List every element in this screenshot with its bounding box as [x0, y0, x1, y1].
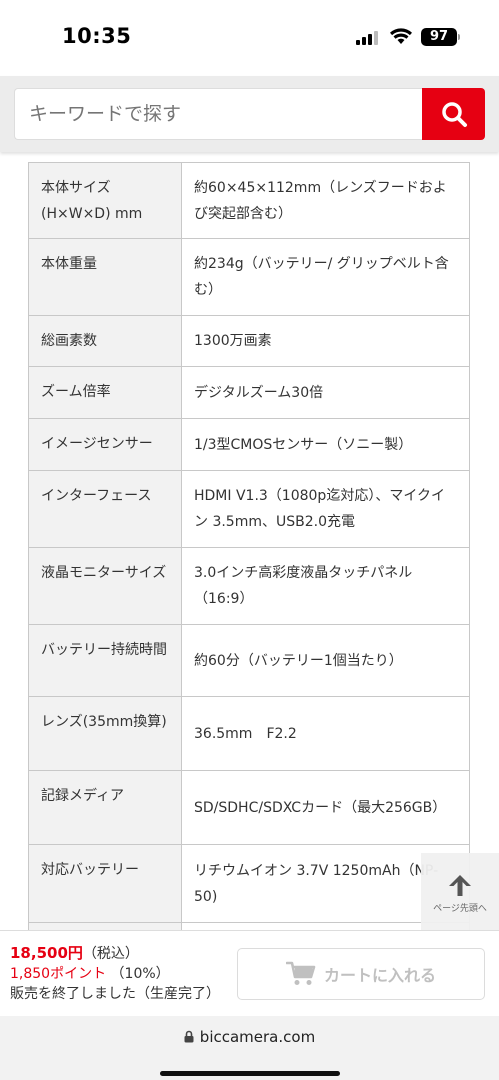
spec-label: 本体サイズ(H×W×D) mm: [28, 162, 182, 239]
sale-status: 販売を終了しました（生産完了）: [10, 986, 220, 1002]
url-text: biccamera.com: [199, 1028, 316, 1046]
arrow-up-icon: [449, 875, 471, 896]
spec-value: 約60分（バッテリー1個当たり）: [181, 624, 470, 697]
battery-cap: [458, 34, 460, 40]
spec-value: 約60×45×112mm（レンズフードおよび突起部含む）: [181, 162, 470, 239]
purchase-bar: 18,500円（税込） 1,850ポイント （10%） 販売を終了しました（生産…: [0, 930, 499, 1016]
spec-label: ズーム倍率: [28, 366, 182, 419]
points: 1,850ポイント: [10, 966, 107, 982]
points-rate: （10%）: [110, 966, 170, 982]
points-line: 1,850ポイント （10%）: [10, 963, 170, 983]
spec-row: 本体サイズ(H×W×D) mm 約60×45×112mm（レンズフードおよび突起…: [28, 162, 470, 239]
lock-icon: [184, 1030, 194, 1043]
spec-section: 本体サイズ(H×W×D) mm 約60×45×112mm（レンズフードおよび突起…: [0, 152, 499, 930]
spec-label: 総画素数: [28, 315, 182, 367]
spec-row: 対応バッテリー リチウムイオン 3.7V 1250mAh（NP-50): [28, 844, 470, 923]
spec-row: 本体重量 約234g（バッテリー/ グリップベルト含む）: [28, 238, 470, 316]
spec-row: [28, 922, 470, 930]
spec-value: HDMI V1.3（1080p迄対応）、マイクイン 3.5mm、USB2.0充電: [181, 470, 470, 548]
battery-indicator: 97: [421, 28, 457, 46]
spec-value: SD/SDHC/SDXCカード（最大256GB）: [181, 770, 470, 845]
spec-label: インターフェース: [28, 470, 182, 548]
page-top-label: ページ先頭へ: [433, 904, 487, 914]
spec-label: レンズ(35mm換算): [28, 696, 182, 771]
spec-table: 本体サイズ(H×W×D) mm 約60×45×112mm（レンズフードおよび突起…: [28, 162, 470, 930]
browser-url-bar[interactable]: biccamera.com: [0, 1016, 499, 1080]
search-header: [0, 76, 499, 152]
spec-row: 記録メディア SD/SDHC/SDXCカード（最大256GB）: [28, 770, 470, 845]
search-input[interactable]: [14, 88, 422, 140]
spec-label: 記録メディア: [28, 770, 182, 845]
spec-row: レンズ(35mm換算) 36.5mm F2.2: [28, 696, 470, 771]
add-to-cart-button[interactable]: カートに入れる: [237, 948, 485, 1000]
cellular-signal-icon: [356, 31, 380, 45]
spec-value: デジタルズーム30倍: [181, 366, 470, 419]
spec-row: ズーム倍率 デジタルズーム30倍: [28, 366, 470, 419]
spec-value: 36.5mm F2.2: [181, 696, 470, 771]
spec-label: 本体重量: [28, 238, 182, 316]
spec-label: 対応バッテリー: [28, 844, 182, 923]
cart-icon: [285, 961, 316, 985]
spec-value: 1/3型CMOSセンサー（ソニー製）: [181, 418, 470, 471]
tax-note: （税込）: [82, 946, 139, 962]
search-icon: [441, 102, 467, 127]
spec-label: [28, 922, 182, 930]
spec-row: イメージセンサー 1/3型CMOSセンサー（ソニー製）: [28, 418, 470, 471]
spec-label: バッテリー持続時間: [28, 624, 182, 697]
spec-value: 約234g（バッテリー/ グリップベルト含む）: [181, 238, 470, 316]
spec-label: 液晶モニターサイズ: [28, 547, 182, 625]
wifi-icon: [390, 28, 412, 44]
url-display[interactable]: biccamera.com: [0, 1028, 499, 1046]
cart-button-label: カートに入れる: [323, 966, 436, 985]
page-top-button[interactable]: ページ先頭へ: [421, 853, 499, 931]
price-line: 18,500円（税込）: [10, 942, 139, 963]
spec-label: イメージセンサー: [28, 418, 182, 471]
search-button[interactable]: [422, 88, 485, 140]
spec-row: インターフェース HDMI V1.3（1080p迄対応）、マイクイン 3.5mm…: [28, 470, 470, 548]
spec-row: バッテリー持続時間 約60分（バッテリー1個当たり）: [28, 624, 470, 697]
spec-value: 1300万画素: [181, 315, 470, 367]
home-indicator: [160, 1071, 340, 1076]
spec-value: 3.0インチ高彩度液晶タッチパネル（16:9）: [181, 547, 470, 625]
status-bar: 10:35 97: [0, 0, 499, 76]
spec-row: 総画素数 1300万画素: [28, 315, 470, 367]
spec-row: 液晶モニターサイズ 3.0インチ高彩度液晶タッチパネル（16:9）: [28, 547, 470, 625]
price: 18,500円: [10, 944, 83, 962]
status-time: 10:35: [62, 24, 132, 48]
